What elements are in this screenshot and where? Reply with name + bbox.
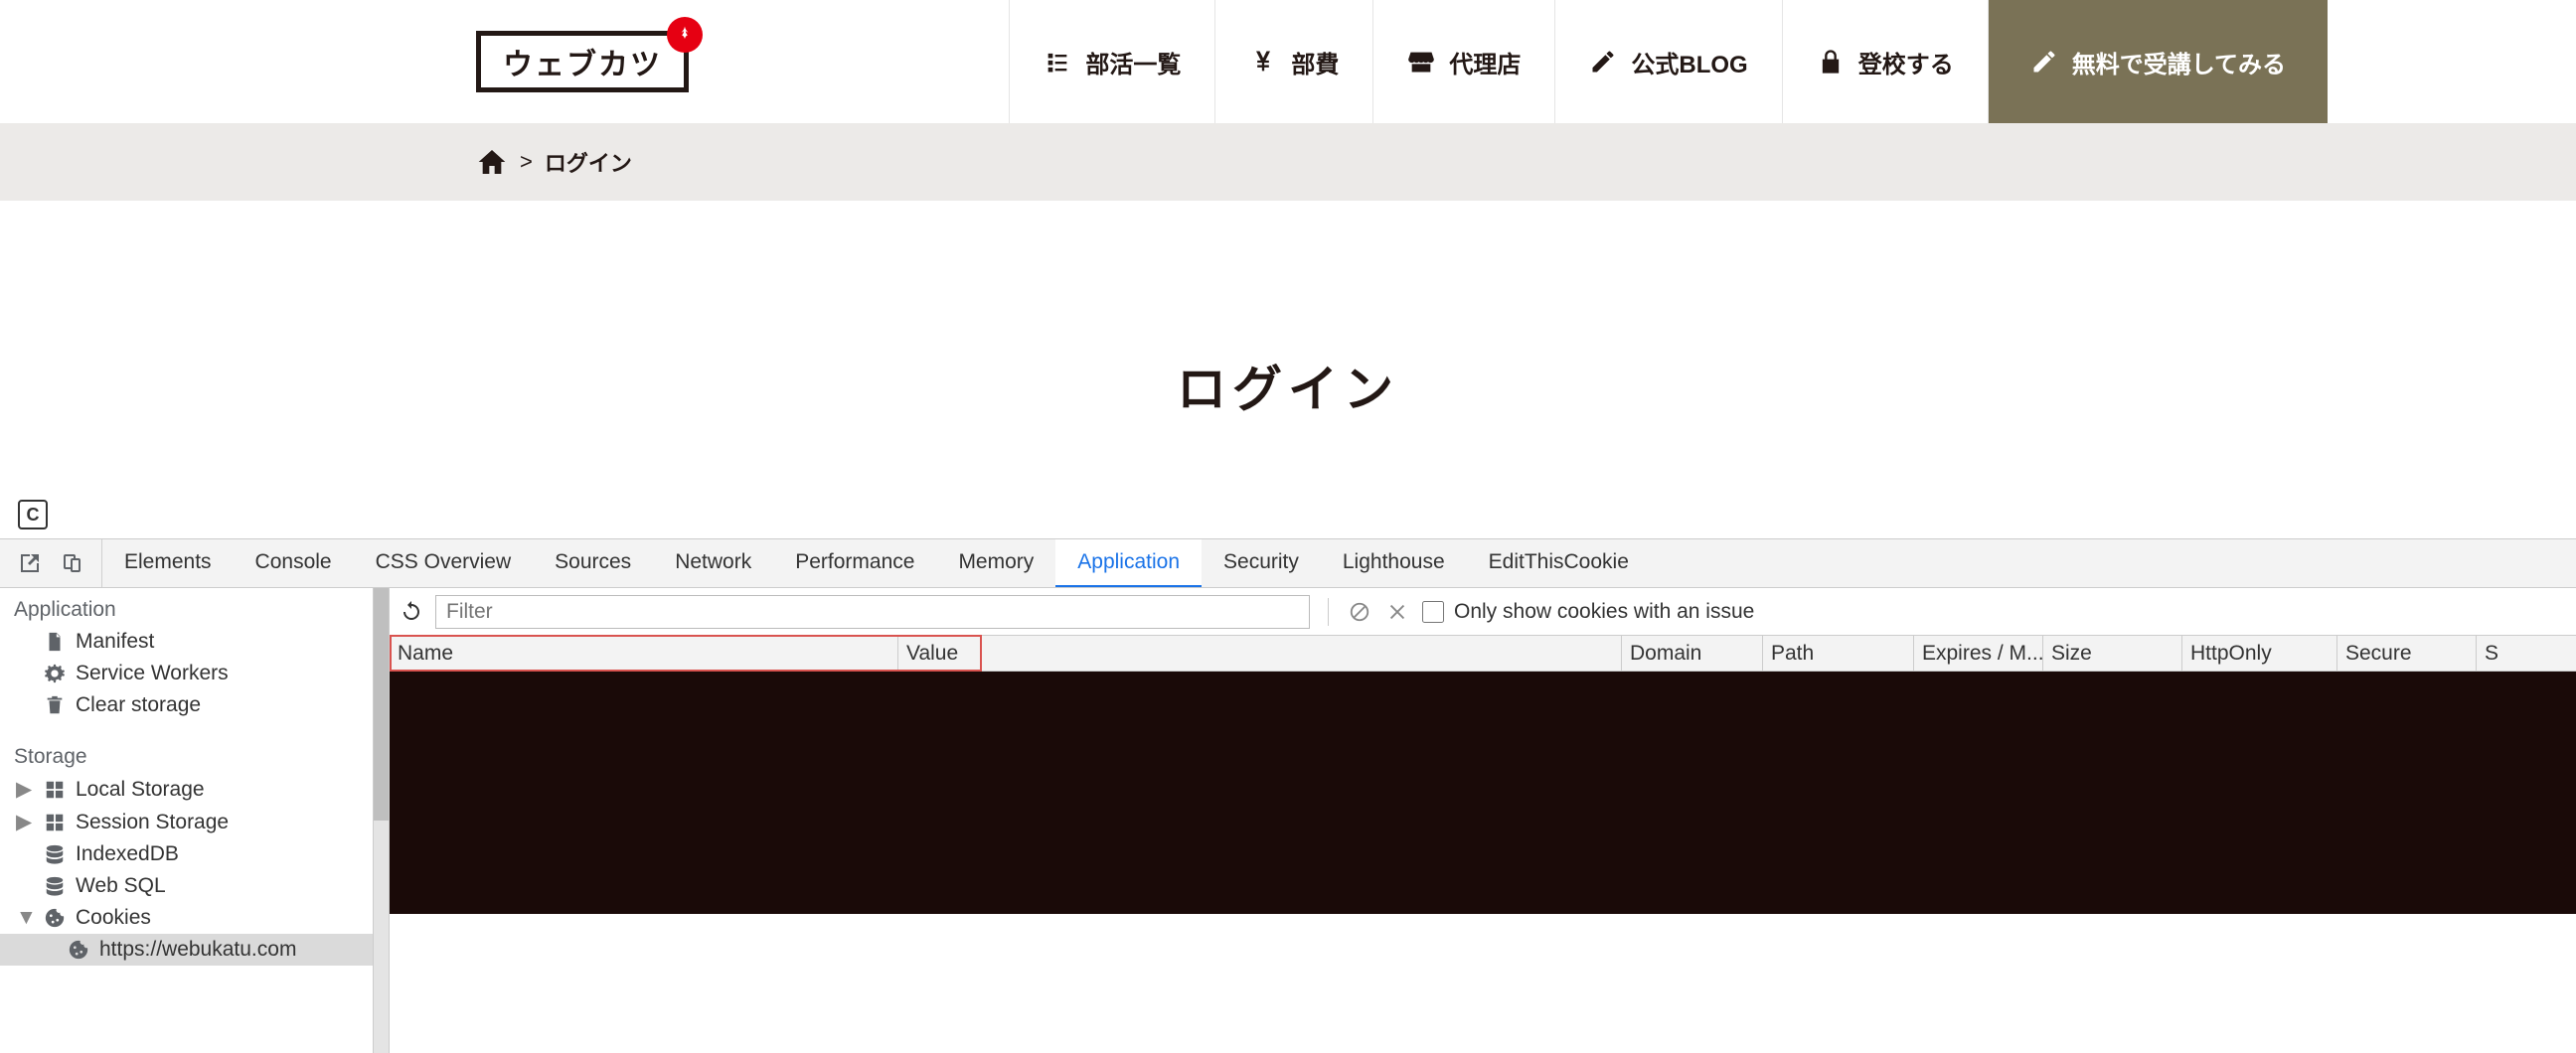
tab-memory[interactable]: Memory [936, 539, 1055, 587]
cookies-table-header: Name Value Domain Path Expires / M... Si… [390, 636, 2576, 672]
cookie-icon [68, 939, 89, 961]
sidebar-item-local-storage[interactable]: ▶ Local Storage [0, 773, 373, 806]
only-issues-checkbox[interactable]: Only show cookies with an issue [1422, 600, 1754, 624]
chevron-down-icon: ▼ [16, 906, 30, 930]
tab-network[interactable]: Network [653, 539, 773, 587]
devtools-sidebar: Application Manifest Service Workers Cle… [0, 588, 374, 1053]
breadcrumb: > ログイン [0, 123, 2576, 201]
th-name[interactable]: Name [390, 636, 898, 671]
grid-icon [44, 812, 66, 833]
breadcrumb-sep: > [520, 149, 533, 175]
close-icon[interactable] [1384, 599, 1410, 625]
nav-club-list[interactable]: 部活一覧 [1009, 0, 1214, 123]
tab-editthiscookie[interactable]: EditThisCookie [1467, 539, 1651, 587]
th-size[interactable]: Size [2043, 636, 2182, 671]
sidebar-scrollbar[interactable] [374, 588, 390, 1053]
tab-elements[interactable]: Elements [102, 539, 234, 587]
filter-input[interactable] [435, 595, 1310, 629]
th-domain[interactable]: Domain [1622, 636, 1763, 671]
pen-icon [1589, 48, 1617, 75]
tab-css-overview[interactable]: CSS Overview [354, 539, 534, 587]
th-expires[interactable]: Expires / M... [1914, 636, 2043, 671]
tab-lighthouse[interactable]: Lighthouse [1321, 539, 1467, 587]
nav-fees[interactable]: 部費 [1214, 0, 1372, 123]
shop-icon [1407, 48, 1435, 75]
logo-badge-icon [667, 17, 703, 53]
breadcrumb-current: ログイン [545, 146, 632, 178]
refresh-icon[interactable] [400, 600, 423, 624]
devtools: Elements Console CSS Overview Sources Ne… [0, 538, 2576, 1053]
sidebar-item-cookie-site[interactable]: https://webukatu.com [0, 934, 373, 966]
th-secure[interactable]: Secure [2337, 636, 2477, 671]
devtools-main: Only show cookies with an issue Name Val… [390, 588, 2576, 1053]
tab-security[interactable]: Security [1202, 539, 1321, 587]
tab-sources[interactable]: Sources [533, 539, 653, 587]
pencil-icon [2030, 48, 2058, 75]
nav-agency[interactable]: 代理店 [1372, 0, 1554, 123]
cookie-icon [44, 907, 66, 929]
website-page: ウェブカツ 部活一覧 部費 代理店 公式BLOG [0, 0, 2576, 492]
sidebar-item-service-workers[interactable]: Service Workers [0, 658, 373, 689]
lock-icon [1817, 48, 1845, 75]
main-nav: 部活一覧 部費 代理店 公式BLOG 登校する 無料で受講してみる [1009, 0, 2576, 123]
clear-icon[interactable] [1347, 599, 1372, 625]
tab-performance[interactable]: Performance [773, 539, 936, 587]
list-icon [1044, 48, 1071, 75]
sidebar-section-storage: Storage [0, 735, 373, 773]
extension-icon[interactable]: C [18, 500, 48, 529]
logo-text: ウェブカツ [503, 40, 662, 83]
sidebar-item-websql[interactable]: Web SQL [0, 870, 373, 902]
sidebar-item-indexeddb[interactable]: IndexedDB [0, 838, 373, 870]
chevron-right-icon: ▶ [16, 777, 30, 802]
device-icon[interactable] [60, 551, 83, 575]
yen-icon [1249, 48, 1277, 75]
gear-icon [44, 663, 66, 684]
sidebar-item-manifest[interactable]: Manifest [0, 626, 373, 658]
grid-icon [44, 779, 66, 801]
devtools-tabbar: Elements Console CSS Overview Sources Ne… [0, 539, 2576, 588]
sidebar-item-clear-storage[interactable]: Clear storage [0, 689, 373, 721]
trash-icon [44, 694, 66, 716]
file-icon [44, 631, 66, 653]
nav-login[interactable]: 登校する [1782, 0, 1988, 123]
th-samesite[interactable]: S [2477, 636, 2576, 671]
sidebar-item-cookies[interactable]: ▼ Cookies [0, 902, 373, 934]
sidebar-section-application: Application [0, 588, 373, 626]
cookies-toolbar: Only show cookies with an issue [390, 588, 2576, 636]
page-title: ログイン [0, 350, 2576, 421]
th-value[interactable]: Value [898, 636, 1622, 671]
cookies-data-area[interactable] [390, 672, 2576, 914]
nav-cta-free-trial[interactable]: 無料で受講してみる [1988, 0, 2328, 123]
database-icon [44, 843, 66, 865]
home-icon[interactable] [476, 146, 508, 178]
tab-console[interactable]: Console [234, 539, 354, 587]
chevron-right-icon: ▶ [16, 810, 30, 834]
tab-application[interactable]: Application [1055, 539, 1202, 587]
site-header: ウェブカツ 部活一覧 部費 代理店 公式BLOG [0, 0, 2576, 123]
th-path[interactable]: Path [1763, 636, 1914, 671]
nav-blog[interactable]: 公式BLOG [1554, 0, 1781, 123]
database-icon [44, 875, 66, 897]
sidebar-item-session-storage[interactable]: ▶ Session Storage [0, 806, 373, 838]
cookies-details-pane [390, 914, 2576, 1053]
inspect-icon[interactable] [18, 551, 42, 575]
site-logo[interactable]: ウェブカツ [476, 31, 689, 92]
th-httponly[interactable]: HttpOnly [2182, 636, 2337, 671]
